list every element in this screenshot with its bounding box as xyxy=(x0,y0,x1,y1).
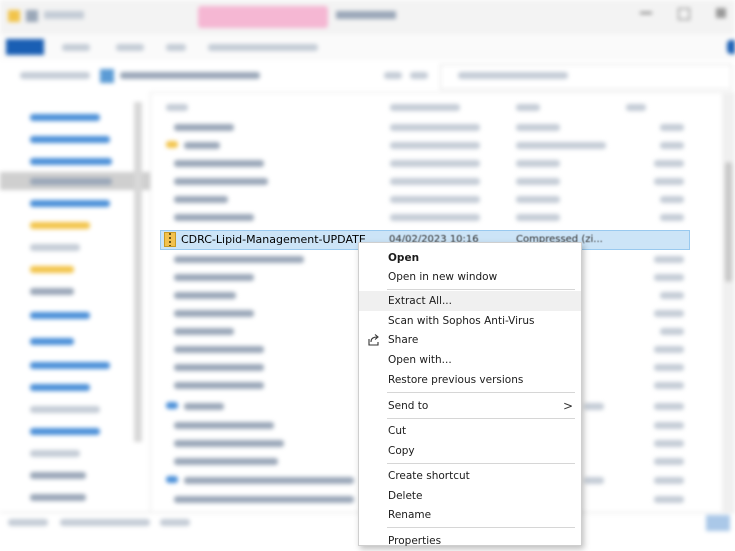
menu-item-open-with[interactable]: Open with... xyxy=(359,350,581,370)
context-menu: Open Open in new window Extract All... S… xyxy=(358,242,582,547)
vertical-scrollbar xyxy=(722,92,735,512)
file-name: CDRC-Lipid-Management-UPDATE xyxy=(181,233,366,246)
menu-separator xyxy=(387,463,575,464)
menu-item-cut[interactable]: Cut xyxy=(359,421,581,441)
menu-item-properties[interactable]: Properties xyxy=(359,531,581,551)
menu-separator xyxy=(387,527,575,528)
menu-item-send-to[interactable]: Send to > xyxy=(359,396,581,416)
menu-item-scan-sophos[interactable]: Scan with Sophos Anti-Virus xyxy=(359,311,581,331)
menu-item-copy[interactable]: Copy xyxy=(359,441,581,461)
chevron-right-icon: > xyxy=(562,399,573,413)
menu-item-rename[interactable]: Rename xyxy=(359,505,581,525)
menu-item-delete[interactable]: Delete xyxy=(359,486,581,506)
ribbon xyxy=(0,34,735,61)
menu-item-create-shortcut[interactable]: Create shortcut xyxy=(359,466,581,486)
navigation-pane xyxy=(0,92,151,512)
zip-folder-icon xyxy=(164,232,176,247)
menu-separator xyxy=(387,418,575,419)
menu-item-extract-all[interactable]: Extract All... xyxy=(359,291,581,311)
title-bar xyxy=(0,0,735,34)
address-bar xyxy=(0,60,735,93)
share-icon xyxy=(368,334,379,346)
menu-item-share-label: Share xyxy=(388,334,419,346)
menu-item-open-in-new-window[interactable]: Open in new window xyxy=(359,267,581,287)
menu-item-restore-previous-versions[interactable]: Restore previous versions xyxy=(359,370,581,390)
menu-item-send-to-label: Send to xyxy=(388,400,429,412)
menu-separator xyxy=(387,289,575,290)
menu-item-share[interactable]: Share xyxy=(359,330,581,350)
menu-item-open[interactable]: Open xyxy=(359,248,581,268)
menu-separator xyxy=(387,392,575,393)
